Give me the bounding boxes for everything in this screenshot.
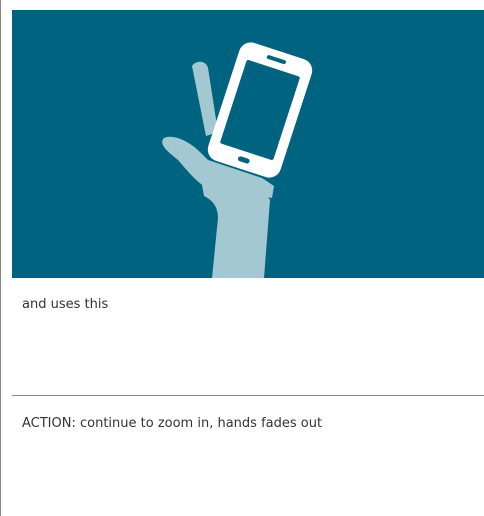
caption-text-2: ACTION: continue to zoom in, hands fades… — [22, 416, 323, 431]
caption-panel-2: ACTION: continue to zoom in, hands fades… — [12, 397, 484, 516]
caption-panel-1: and uses this — [12, 278, 484, 396]
caption-text-1: and uses this — [22, 297, 109, 312]
hand-holding-phone-icon — [12, 10, 484, 278]
illustration-panel — [12, 10, 484, 278]
storyboard-frame: and uses this ACTION: continue to zoom i… — [0, 0, 484, 516]
